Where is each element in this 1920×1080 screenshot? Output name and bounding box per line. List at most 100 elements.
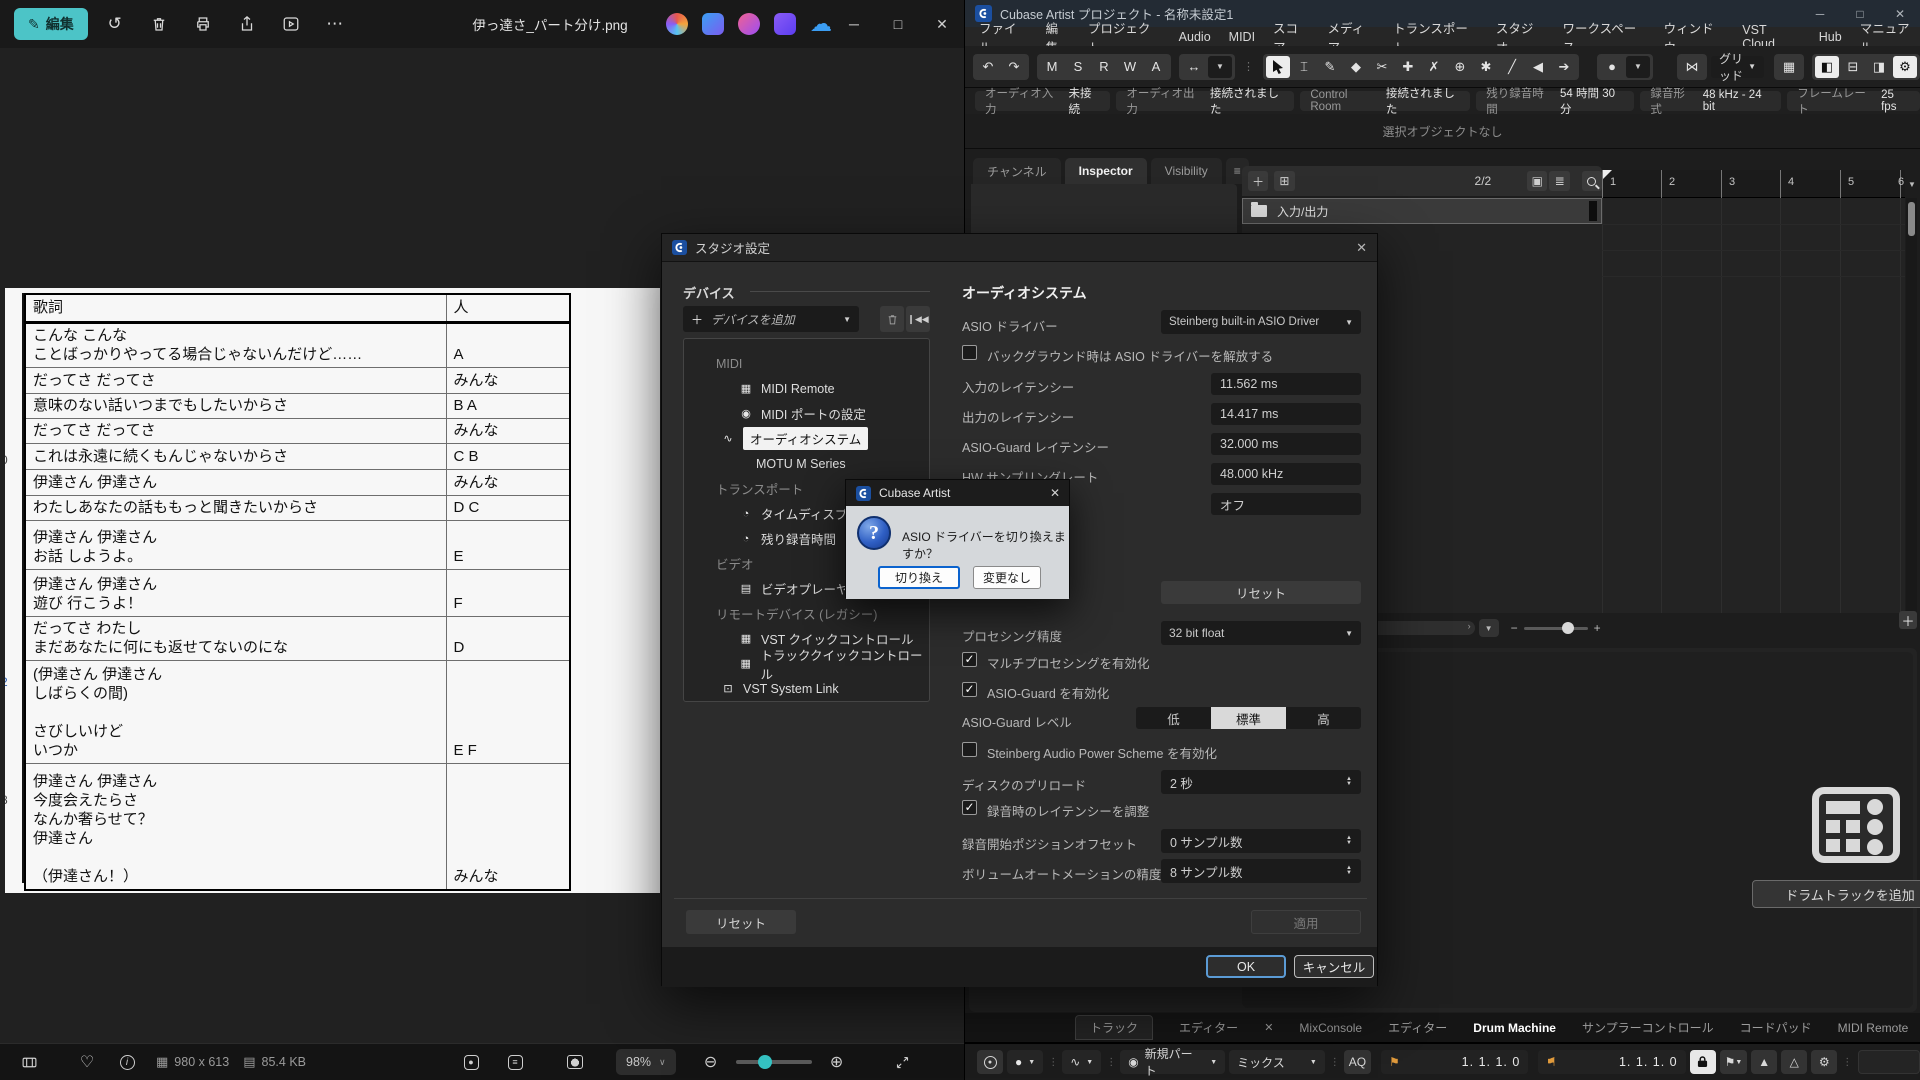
tab-track[interactable]: トラック bbox=[1075, 1015, 1153, 1040]
object-select-tool[interactable] bbox=[1266, 56, 1290, 78]
asio-driver-dropdown[interactable]: Steinberg built-in ASIO Driver ▼ bbox=[1161, 310, 1361, 334]
switch-driver-button[interactable]: 切り換え bbox=[878, 566, 960, 589]
guard-level-normal[interactable]: 標準 bbox=[1211, 707, 1286, 729]
control-room-status[interactable]: Control Room接続されました bbox=[1300, 91, 1470, 111]
precision-dropdown[interactable]: 32 bit float ▼ bbox=[1161, 621, 1361, 645]
photos-maximize-button[interactable]: □ bbox=[876, 7, 920, 41]
right-locator[interactable]: ⚑ 1. 1. 1. 0 bbox=[1538, 1050, 1685, 1074]
divider-handle[interactable]: ⋮ bbox=[1842, 1057, 1852, 1068]
audio-input-status[interactable]: オーディオ入力未接続 bbox=[975, 91, 1110, 111]
add-zoom-preset-button[interactable]: ＋ bbox=[1899, 611, 1917, 629]
zoom-out-button[interactable]: ⊖ bbox=[696, 1049, 726, 1075]
lyrics-image[interactable]: 0 2 8 歌詞 人 こんな こんな ことばっかりやってる場合じゃないんだけど…… bbox=[5, 288, 660, 893]
menu-hub[interactable]: Hub bbox=[1819, 30, 1842, 44]
confirm-close-icon[interactable]: ✕ bbox=[1050, 486, 1060, 500]
punch-out-button[interactable]: ▲ bbox=[1751, 1050, 1777, 1074]
tab-mixconsole[interactable]: MixConsole bbox=[1299, 1021, 1362, 1035]
zoom-in-button[interactable]: ⊕ bbox=[822, 1049, 852, 1075]
tab-channel[interactable]: チャンネル bbox=[973, 158, 1061, 184]
release-driver-checkbox[interactable] bbox=[962, 345, 977, 360]
asio-guard-checkbox[interactable]: ✓ bbox=[962, 682, 977, 697]
record-time-status[interactable]: 残り録音時間54 時間 30 分 bbox=[1476, 91, 1634, 111]
left-locator[interactable]: ⚑ 1. 1. 1. 0 bbox=[1381, 1050, 1528, 1074]
clipchamp-icon[interactable] bbox=[738, 13, 760, 35]
read-automation-button[interactable]: R bbox=[1092, 56, 1116, 78]
print-button[interactable] bbox=[186, 8, 220, 40]
solo-all-button[interactable]: S bbox=[1066, 56, 1090, 78]
multiprocessing-checkbox[interactable]: ✓ bbox=[962, 652, 977, 667]
audition-tool[interactable]: ◀ bbox=[1526, 56, 1550, 78]
text-actions-button[interactable]: ≡ bbox=[500, 1049, 530, 1075]
tab-midi-remote[interactable]: MIDI Remote bbox=[1838, 1021, 1909, 1035]
divider-handle[interactable]: ⋮ bbox=[1106, 1057, 1116, 1068]
remove-device-button[interactable] bbox=[880, 306, 904, 332]
zone-setup-button[interactable]: ⚙ bbox=[1893, 56, 1917, 78]
ok-button[interactable]: OK bbox=[1206, 955, 1286, 978]
track-agents-icon[interactable]: ▣ bbox=[1527, 171, 1547, 191]
reset-driver-button[interactable]: リセット bbox=[1161, 581, 1361, 604]
add-drum-track-button[interactable]: ドラムトラックを追加 bbox=[1752, 880, 1920, 908]
no-change-button[interactable]: 変更なし bbox=[973, 566, 1041, 589]
tree-item-midi-remote[interactable]: ▦MIDI Remote bbox=[684, 376, 929, 401]
left-zone-toggle[interactable]: ◧ bbox=[1815, 56, 1839, 78]
zoom-in-icon[interactable]: + bbox=[1594, 621, 1601, 635]
tab-editor-1[interactable]: エディター bbox=[1179, 1019, 1238, 1036]
dialog-close-icon[interactable]: ✕ bbox=[1356, 240, 1367, 256]
timeline-ruler[interactable]: 1 2 3 4 5 6 bbox=[1602, 170, 1905, 198]
dialog-titlebar[interactable]: スタジオ設定 ✕ bbox=[662, 234, 1377, 262]
fullscreen-button[interactable] bbox=[888, 1049, 918, 1075]
reset-devices-button[interactable]: ❙◀◀ bbox=[906, 306, 930, 332]
auto-scroll-dropdown[interactable]: ▼ bbox=[1208, 56, 1232, 78]
vertical-scrollbar[interactable] bbox=[1906, 198, 1917, 613]
record-mode-dropdown[interactable]: ● ▼ bbox=[1007, 1050, 1043, 1074]
tab-editor-2[interactable]: エディター bbox=[1388, 1019, 1447, 1036]
delete-button[interactable] bbox=[142, 8, 176, 40]
divider-handle[interactable]: ⋮ bbox=[1330, 1057, 1340, 1068]
tree-item-motu-m-series[interactable]: MOTU M Series bbox=[684, 451, 929, 476]
draw-tool[interactable]: ✎ bbox=[1318, 56, 1342, 78]
midi-keyboard-button[interactable]: ▦ bbox=[1777, 56, 1801, 78]
zoom-slider[interactable] bbox=[736, 1060, 812, 1064]
audio-output-status[interactable]: オーディオ出力接続されました bbox=[1116, 91, 1294, 111]
use-track-preset-button[interactable]: ⊞ bbox=[1274, 171, 1294, 191]
line-tool[interactable]: ╱ bbox=[1500, 56, 1524, 78]
color-tool[interactable]: ➔ bbox=[1552, 56, 1576, 78]
power-scheme-checkbox[interactable] bbox=[962, 742, 977, 757]
menu-audio[interactable]: Audio bbox=[1179, 30, 1211, 44]
metronome-button[interactable]: △ bbox=[1781, 1050, 1807, 1074]
punch-in-button[interactable]: ⚑▼ bbox=[1720, 1050, 1748, 1074]
zoom-out-icon[interactable]: − bbox=[1511, 621, 1518, 635]
more-button[interactable]: ⋯ bbox=[318, 8, 352, 40]
background-button[interactable] bbox=[560, 1049, 590, 1075]
color-menu-button[interactable]: ● bbox=[1600, 56, 1624, 78]
guard-level-low[interactable]: 低 bbox=[1136, 707, 1211, 729]
guard-level-high[interactable]: 高 bbox=[1286, 707, 1361, 729]
tab-chord-pads[interactable]: コードパッド bbox=[1740, 1019, 1812, 1036]
lower-zone-toggle[interactable]: ⊟ bbox=[1841, 56, 1865, 78]
tempo-display[interactable] bbox=[1858, 1050, 1920, 1074]
locator-lock-button[interactable] bbox=[1690, 1050, 1716, 1074]
photos-close-button[interactable]: ✕ bbox=[920, 7, 964, 41]
tab-visibility[interactable]: Visibility bbox=[1151, 158, 1222, 184]
confirm-titlebar[interactable]: Cubase Artist ✕ bbox=[846, 480, 1069, 506]
mute-all-button[interactable]: M bbox=[1040, 56, 1064, 78]
add-device-dropdown[interactable]: ＋ デバイスを追加 ▼ bbox=[683, 306, 859, 332]
tree-item-track-quick-controls[interactable]: ▦トラッククイックコントロール bbox=[684, 651, 929, 676]
slideshow-button[interactable] bbox=[274, 8, 308, 40]
automation-panel-button[interactable]: A bbox=[1144, 56, 1168, 78]
zoom-level-dropdown[interactable]: 98% ∨ bbox=[616, 1049, 676, 1075]
designer-icon[interactable] bbox=[702, 13, 724, 35]
divider-handle[interactable]: ⋮ bbox=[1048, 1057, 1058, 1068]
record-format-status[interactable]: 録音形式48 kHz - 24 bit bbox=[1640, 91, 1781, 111]
cubase-minimize-button[interactable]: ─ bbox=[1800, 0, 1840, 27]
volume-precision-spinner[interactable]: 8 サンプル数▲▼ bbox=[1161, 859, 1361, 883]
split-tool[interactable]: ✂ bbox=[1370, 56, 1394, 78]
tree-item-audio-system[interactable]: ∿オーディオシステム bbox=[684, 426, 929, 451]
tab-drum-machine[interactable]: Drum Machine bbox=[1473, 1021, 1556, 1035]
auto-quantize-button[interactable]: AQ bbox=[1344, 1050, 1371, 1074]
disk-preload-spinner[interactable]: 2 秒▲▼ bbox=[1161, 770, 1361, 794]
share-button[interactable] bbox=[230, 8, 264, 40]
erase-tool[interactable]: ✗ bbox=[1422, 56, 1446, 78]
info-button[interactable]: i bbox=[112, 1049, 142, 1075]
toolbar-divider-handle[interactable]: ⋮ bbox=[1243, 60, 1255, 73]
